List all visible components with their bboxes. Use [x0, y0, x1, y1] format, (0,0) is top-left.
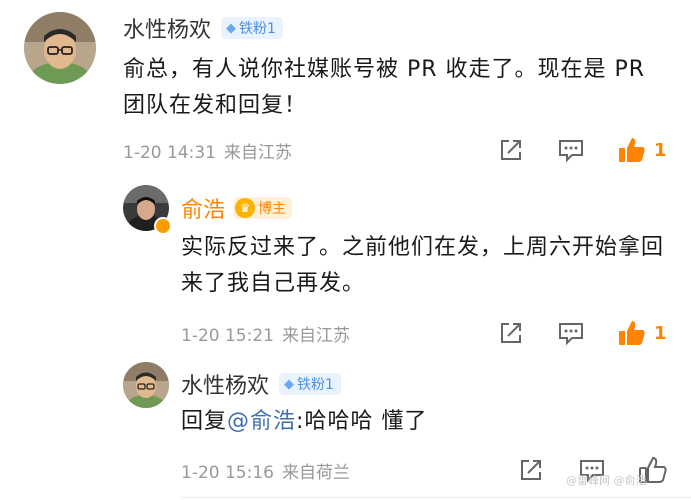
- username[interactable]: 水性杨欢: [123, 12, 211, 44]
- share-button[interactable]: [498, 320, 524, 346]
- diamond-icon: ◆: [284, 376, 295, 392]
- comment-button[interactable]: [557, 137, 585, 163]
- timestamp: 1-20 15:21: [181, 326, 274, 346]
- comment-header: 水性杨欢 ◆ 铁粉1: [123, 12, 283, 44]
- comment-text: 回复@俞浩:哈哈哈 懂了: [181, 404, 671, 440]
- share-button[interactable]: [518, 457, 544, 483]
- comment-header: 水性杨欢 ◆ 铁粉1: [181, 368, 341, 400]
- comment-button[interactable]: [557, 320, 585, 346]
- reply-text: :哈哈哈 懂了: [296, 409, 428, 434]
- like-button[interactable]: [617, 318, 647, 348]
- avatar[interactable]: [24, 12, 96, 84]
- diamond-icon: ◆: [226, 20, 237, 36]
- crown-icon: ♛: [235, 198, 256, 218]
- fan-badge[interactable]: ◆ 铁粉1: [221, 17, 283, 39]
- avatar[interactable]: [123, 362, 169, 408]
- comment-header: 俞浩 ♛ 博主: [181, 192, 293, 224]
- username[interactable]: 俞浩: [181, 192, 225, 224]
- fan-badge-label: 铁粉1: [239, 21, 276, 37]
- share-icon: [521, 460, 541, 480]
- host-badge: ♛ 博主: [233, 197, 293, 219]
- comment-icon: [559, 323, 583, 346]
- comment-icon: [559, 140, 583, 163]
- thumbs-up-icon: [619, 321, 645, 345]
- watermark: @雷峰网 @俞浩: [566, 474, 647, 487]
- reply-prefix: 回复: [181, 409, 228, 434]
- share-button[interactable]: [498, 137, 524, 163]
- host-badge-label: 博主: [258, 201, 287, 217]
- comment-thread: 水性杨欢 ◆ 铁粉1 俞总，有人说你社媒账号被 PR 收走了。现在是 PR 团队…: [0, 0, 691, 500]
- location: 来自江苏: [223, 143, 292, 163]
- comment-text: 俞总，有人说你社媒账号被 PR 收走了。现在是 PR 团队在发和回复！: [123, 57, 646, 118]
- fan-badge[interactable]: ◆ 铁粉1: [279, 373, 341, 395]
- comment-meta: 1-20 14:31 来自江苏: [123, 138, 292, 163]
- verified-icon: [154, 217, 172, 235]
- share-icon: [501, 323, 521, 343]
- like-button[interactable]: [617, 135, 647, 165]
- fan-badge-label: 铁粉1: [297, 377, 334, 393]
- thumbs-up-icon: [619, 138, 645, 162]
- location: 来自江苏: [281, 326, 350, 346]
- like-count: 1: [654, 140, 667, 161]
- avatar[interactable]: [123, 185, 172, 235]
- comment-meta: 1-20 15:16 来自荷兰: [181, 458, 350, 483]
- location: 来自荷兰: [281, 463, 350, 483]
- username[interactable]: 水性杨欢: [181, 368, 269, 400]
- mention-link[interactable]: @俞浩: [227, 409, 296, 434]
- timestamp: 1-20 14:31: [123, 143, 216, 163]
- like-count: 1: [654, 323, 667, 344]
- share-icon: [501, 140, 521, 160]
- comment-text: 实际反过来了。之前他们在发，上周六开始拿回来了我自己再发。: [181, 235, 665, 296]
- comment-meta: 1-20 15:21 来自江苏: [181, 321, 350, 346]
- divider: [181, 497, 691, 498]
- timestamp: 1-20 15:16: [181, 463, 274, 483]
